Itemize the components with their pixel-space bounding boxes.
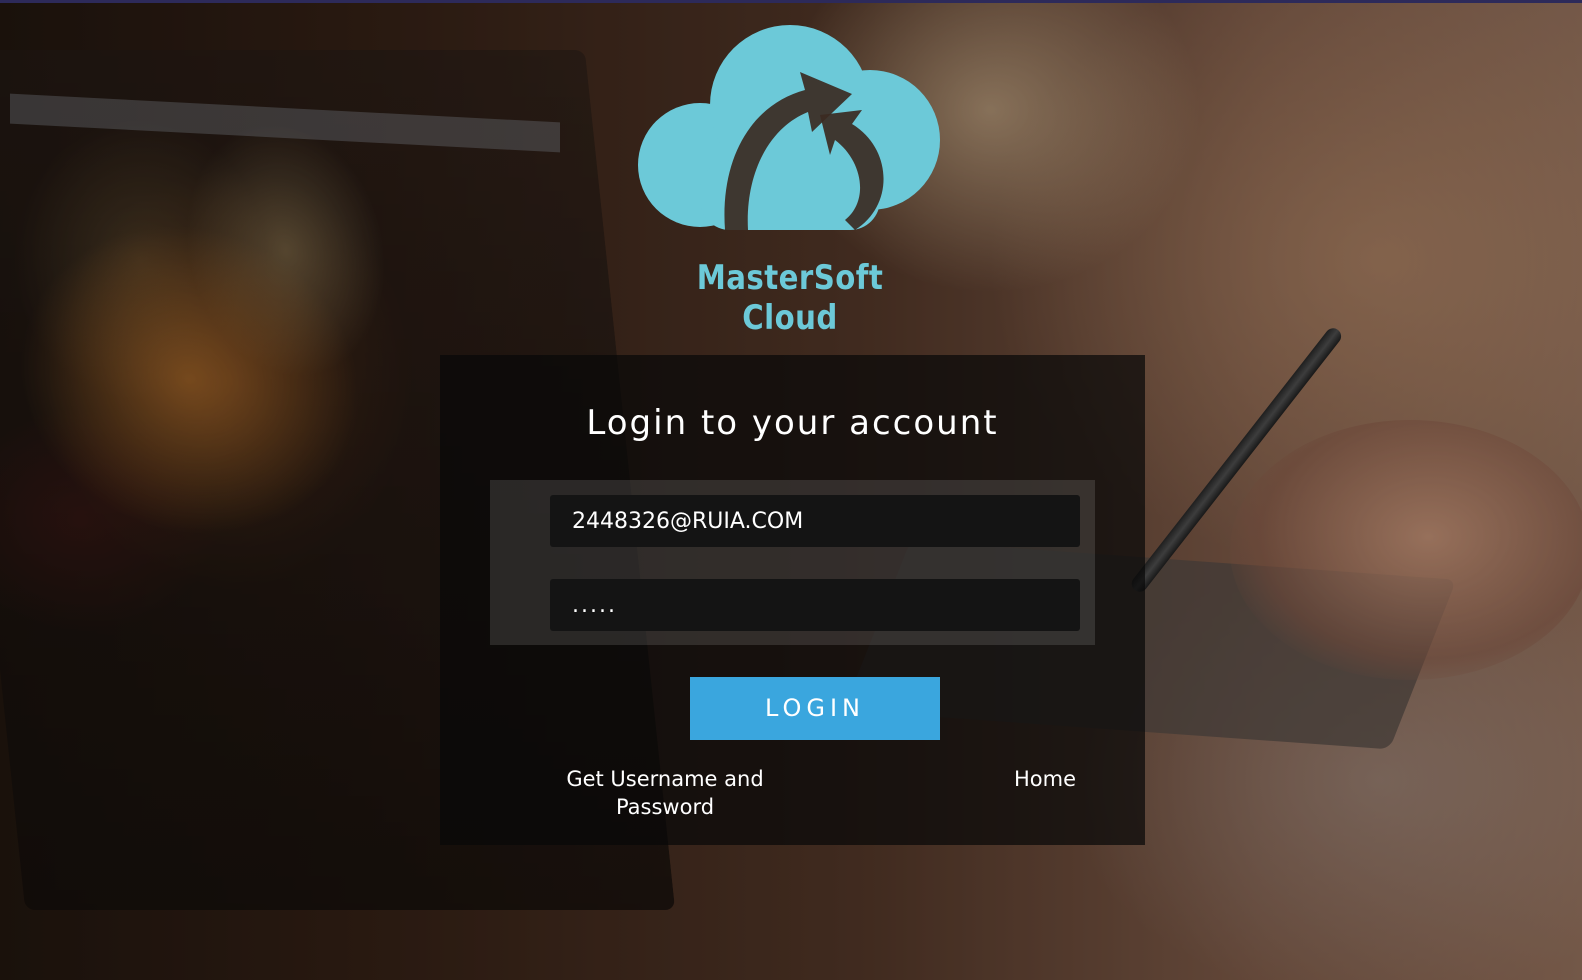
login-button[interactable]: LOGIN — [690, 677, 940, 740]
brand-name: MasterSoft Cloud — [696, 258, 884, 338]
login-page: MasterSoft Cloud Login to your account L… — [0, 0, 1582, 980]
username-input[interactable] — [550, 495, 1080, 547]
login-title: Login to your account — [586, 403, 999, 443]
home-link[interactable]: Home — [1000, 765, 1090, 793]
password-input[interactable] — [550, 579, 1080, 631]
brand-logo: MasterSoft Cloud — [630, 20, 950, 338]
get-username-password-link[interactable]: Get Username and Password — [545, 765, 785, 821]
login-panel: Login to your account LOGIN Get Username… — [440, 355, 1145, 845]
cloud-arrow-icon — [638, 25, 940, 230]
credentials-box — [490, 480, 1095, 645]
top-border — [0, 0, 1582, 3]
